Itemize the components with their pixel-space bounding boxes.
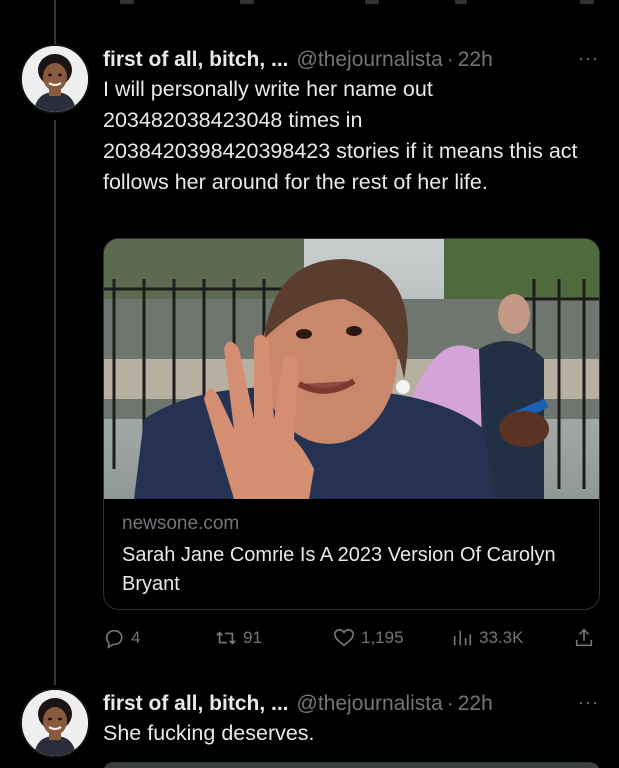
tweet[interactable]: first of all, bitch, ... @thejournalista…: [0, 688, 619, 768]
card-image-top-edge: [103, 762, 600, 768]
views-count: 33.3K: [479, 628, 524, 647]
link-preview-card[interactable]: newsone.com Sarah Jane Comrie Is A 2023 …: [103, 238, 600, 610]
views-button[interactable]: 33.3K: [451, 622, 523, 654]
timestamp[interactable]: 22h: [458, 692, 493, 716]
username[interactable]: @thejournalista: [297, 692, 443, 716]
thread-line-top: [54, 0, 56, 44]
like-button[interactable]: 1,195: [333, 622, 404, 654]
reply-button[interactable]: 4: [103, 622, 140, 654]
reply-icon: [105, 629, 123, 649]
avatar-image: [22, 690, 88, 756]
tweet-text: She fucking deserves.: [103, 721, 315, 745]
more-options-icon[interactable]: ···: [578, 693, 599, 711]
display-name[interactable]: first of all, bitch, ...: [103, 692, 289, 716]
card-image: [104, 239, 599, 499]
retweet-icon: [216, 631, 236, 645]
heart-icon: [334, 628, 354, 647]
avatar[interactable]: [20, 688, 90, 758]
share-button[interactable]: [573, 622, 601, 654]
card-domain: newsone.com: [122, 513, 240, 534]
tweet-actions: 4 91 1,195 33.3K: [103, 622, 600, 654]
display-name[interactable]: first of all, bitch, ...: [103, 48, 289, 72]
tweet[interactable]: first of all, bitch, ... @thejournalista…: [0, 44, 619, 664]
previous-tweet-actions-remnant: [0, 0, 619, 8]
tweet-header: first of all, bitch, ... @thejournalista…: [103, 44, 599, 76]
separator: ·: [446, 48, 454, 71]
more-options-icon[interactable]: ···: [578, 49, 599, 67]
reply-count: 4: [131, 628, 141, 647]
username[interactable]: @thejournalista: [297, 48, 443, 72]
card-title: Sarah Jane Comrie Is A 2023 Version Of C…: [122, 544, 556, 595]
like-count: 1,195: [361, 628, 404, 647]
tweet-text: I will personally write her name out 203…: [103, 77, 578, 194]
avatar[interactable]: [20, 44, 90, 114]
views-chart-icon: [453, 630, 472, 646]
timestamp[interactable]: 22h: [458, 48, 493, 72]
separator: ·: [446, 692, 454, 715]
avatar-image: [22, 46, 88, 112]
share-icon: [575, 628, 593, 647]
tweet-header: first of all, bitch, ... @thejournalista…: [103, 688, 599, 720]
retweet-count: 91: [243, 628, 262, 647]
retweet-button[interactable]: 91: [215, 622, 262, 654]
